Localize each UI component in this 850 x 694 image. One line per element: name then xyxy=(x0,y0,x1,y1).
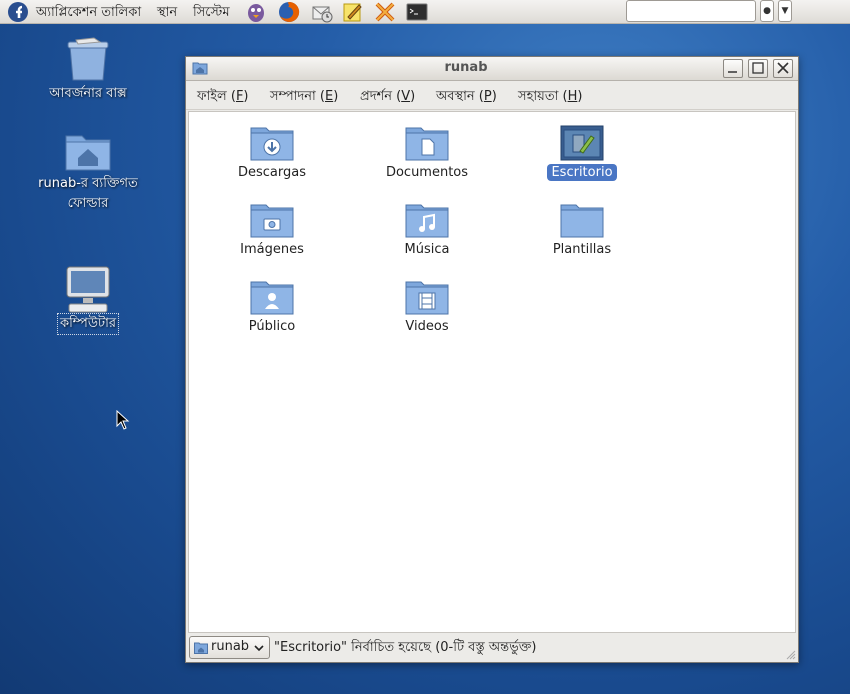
computer-label: কম্পিউটার xyxy=(56,313,120,335)
menu-help-label: সহায়তা ( xyxy=(518,89,568,104)
minimize-button[interactable] xyxy=(723,59,743,78)
trash-icon xyxy=(67,37,109,81)
desktop-home-folder[interactable]: runab-র ব্যক্তিগত ফোল্ডার xyxy=(28,130,148,214)
person-folder-icon xyxy=(250,281,294,315)
minimize-icon xyxy=(728,71,737,73)
firefox-icon[interactable] xyxy=(278,1,300,23)
menu-go-tail: ) xyxy=(491,89,497,104)
tools-icon[interactable] xyxy=(374,1,396,23)
folder-view[interactable]: Descargas Documentos Escritorio Imágenes… xyxy=(188,111,796,633)
close-icon xyxy=(777,62,789,74)
menu-view-tail: ) xyxy=(410,89,416,104)
home-folder-label-line2: ফোল্ডার xyxy=(67,196,109,211)
mouse-cursor-icon xyxy=(116,410,130,430)
document-folder-icon xyxy=(405,127,449,161)
desktop-computer[interactable]: কম্পিউটার xyxy=(28,264,148,335)
maximize-icon xyxy=(752,62,764,74)
menu-help-key: H xyxy=(567,89,578,104)
mail-icon[interactable] xyxy=(311,1,333,23)
menu-file[interactable]: ফাইল (F) xyxy=(197,87,249,108)
menu-go[interactable]: অবস্থান (P) xyxy=(436,87,497,108)
fedora-logo-icon[interactable] xyxy=(7,1,29,23)
window-menubar: ফাইল (F) সম্পাদনা (E) প্রদর্শন (V) অবস্থ… xyxy=(186,81,798,110)
folder-item-publico[interactable]: Público xyxy=(212,278,332,335)
folder-label: Música xyxy=(404,242,450,257)
folder-label: Escritorio xyxy=(547,164,617,181)
folder-item-videos[interactable]: Videos xyxy=(367,278,487,335)
menu-view-label: প্রদর্শন ( xyxy=(360,89,402,104)
maximize-button[interactable] xyxy=(748,59,768,78)
applications-menu[interactable]: অ্যাপ্লিকেশন তালিকা xyxy=(36,3,141,24)
menu-go-label: অবস্থান ( xyxy=(436,89,484,104)
folder-label: Documentos xyxy=(385,165,469,180)
download-folder-icon xyxy=(250,127,294,161)
desktop-folder-icon xyxy=(560,125,604,161)
folder-label: Videos xyxy=(405,319,449,334)
folder-label: Plantillas xyxy=(552,242,612,257)
panel-dot-button[interactable]: ● xyxy=(760,0,774,22)
file-manager-window: runab ফাইল (F) সম্পাদনা (E) প্রদর্শন (V)… xyxy=(185,56,799,663)
terminal-icon[interactable] xyxy=(406,1,428,23)
folder-label: Público xyxy=(248,319,296,334)
folder-item-plantillas[interactable]: Plantillas xyxy=(522,201,642,258)
camera-folder-icon xyxy=(250,204,294,238)
folder-item-musica[interactable]: Música xyxy=(367,201,487,258)
resize-grip-icon[interactable] xyxy=(786,650,796,660)
panel-search-input[interactable] xyxy=(626,0,756,22)
menu-view[interactable]: প্রদর্শন (V) xyxy=(360,87,415,108)
folder-icon xyxy=(560,204,604,238)
window-statusbar: runab "Escritorio" নির্বাচিত হয়েছে (0-ট… xyxy=(186,633,798,662)
folder-item-documentos[interactable]: Documentos xyxy=(367,124,487,181)
computer-icon xyxy=(66,266,110,313)
menu-edit-tail: ) xyxy=(333,89,339,104)
notes-icon[interactable] xyxy=(342,1,364,23)
menu-help[interactable]: সহায়তা (H) xyxy=(518,87,582,108)
panel-dropdown-button[interactable]: ▼ xyxy=(778,0,792,22)
folder-item-descargas[interactable]: Descargas xyxy=(212,124,332,181)
trash-label: আবর্জনার বাক্স xyxy=(49,86,127,101)
location-path-button[interactable]: runab xyxy=(189,636,270,659)
home-folder-label-line1: runab-র ব্যক্তিগত xyxy=(38,176,138,191)
menu-file-label: ফাইল ( xyxy=(197,89,236,104)
pidgin-icon[interactable] xyxy=(245,1,267,23)
folder-item-escritorio[interactable]: Escritorio xyxy=(522,124,642,181)
folder-label: Descargas xyxy=(237,165,306,180)
top-panel: অ্যাপ্লিকেশন তালিকা স্থান সিস্টেম ● ▼ xyxy=(0,0,850,24)
folder-label: Imágenes xyxy=(240,242,304,257)
menu-view-key: V xyxy=(401,89,411,104)
status-message: "Escritorio" নির্বাচিত হয়েছে (0-টি বস্ত… xyxy=(274,640,537,655)
home-folder-small-icon xyxy=(194,642,208,654)
home-folder-icon xyxy=(65,135,111,171)
music-folder-icon xyxy=(405,204,449,238)
menu-edit[interactable]: সম্পাদনা (E) xyxy=(270,87,338,108)
folder-item-imagenes[interactable]: Imágenes xyxy=(212,201,332,258)
menu-edit-label: সম্পাদনা ( xyxy=(270,89,325,104)
window-titlebar[interactable]: runab xyxy=(186,57,798,81)
close-button[interactable] xyxy=(773,59,793,78)
system-menu[interactable]: সিস্টেম xyxy=(193,3,230,24)
menu-file-tail: ) xyxy=(243,89,249,104)
location-path-label: runab xyxy=(211,639,250,654)
menu-edit-key: E xyxy=(324,89,334,104)
chevron-down-icon xyxy=(254,645,264,652)
menu-go-key: P xyxy=(483,89,492,104)
window-title: runab xyxy=(444,60,488,75)
film-folder-icon xyxy=(405,281,449,315)
places-menu[interactable]: স্থান xyxy=(157,3,177,24)
menu-help-tail: ) xyxy=(577,89,583,104)
desktop-trash[interactable]: আবর্জনার বাক্স xyxy=(28,36,148,104)
